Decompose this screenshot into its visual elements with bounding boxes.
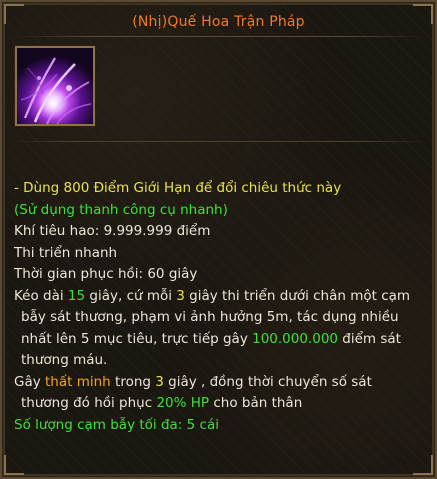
heal-value: 20% HP bbox=[156, 395, 210, 411]
interval-value: 3 bbox=[176, 287, 185, 304]
desc-line-cast-type: Thi triển nhanh bbox=[14, 244, 118, 261]
desc-line-energy-cost: Khí tiêu hao: 9.999.999 điểm bbox=[14, 223, 211, 239]
purple-magic-burst-icon bbox=[17, 48, 93, 124]
text-segment: giây thi triển dưới chân một cạm bbox=[184, 287, 411, 304]
desc-line-effect-3: nhất lên 5 mục tiêu, trực tiếp gây 100.0… bbox=[14, 329, 429, 351]
skill-title: (Nhị)Quế Hoa Trận Pháp bbox=[132, 14, 305, 30]
frame-corner-bottom-left bbox=[4, 455, 24, 475]
desc-line-effect-4: thương máu. bbox=[21, 352, 108, 368]
duration-value: 15 bbox=[67, 287, 86, 304]
text-segment: điểm sát bbox=[338, 330, 401, 347]
text-segment: nhất lên 5 mục tiêu, trực tiếp gây bbox=[21, 330, 253, 347]
status-effect-name: thất minh bbox=[45, 373, 111, 390]
text-segment: Kéo dài bbox=[14, 287, 68, 304]
damage-value: 100.000.000 bbox=[252, 330, 338, 347]
skill-icon-frame bbox=[15, 46, 95, 126]
skill-tooltip: (Nhị)Quế Hoa Trận Pháp - Dùng 800 Điểm G… bbox=[0, 0, 437, 479]
desc-line-cost: - Dùng 800 Điểm Giới Hạn để đổi chiêu th… bbox=[14, 180, 342, 196]
body-divider bbox=[10, 141, 427, 142]
desc-line-trap-limit: Số lượng cạm bẫy tối đa: 5 cái bbox=[14, 416, 219, 433]
frame-corner-bottom-right bbox=[413, 455, 433, 475]
status-duration-value: 3 bbox=[155, 373, 164, 390]
text-segment: Gây bbox=[14, 373, 46, 390]
text-segment: trong bbox=[110, 373, 156, 390]
skill-description: - Dùng 800 Điểm Giới Hạn để đổi chiêu th… bbox=[14, 178, 429, 436]
desc-line-effect-2: bẫy sát thương, phạm vi ảnh hưởng 5m, tá… bbox=[21, 309, 399, 325]
title-divider bbox=[10, 36, 427, 37]
text-segment: cho bản thân bbox=[209, 395, 303, 411]
desc-line-quickbar: (Sử dụng thanh công cụ nhanh) bbox=[14, 201, 228, 218]
text-segment: giây, cứ mỗi bbox=[85, 287, 177, 304]
desc-line-effect-5: Gây thất minh trong 3 giây , đồng thời c… bbox=[14, 372, 429, 394]
text-segment: giây , đồng thời chuyển số sát bbox=[163, 373, 372, 390]
desc-line-cooldown: Thời gian phục hồi: 60 giây bbox=[14, 266, 198, 282]
text-segment: thương đó hồi phục bbox=[21, 395, 157, 411]
desc-line-effect-6: thương đó hồi phục 20% HP cho bản thân bbox=[14, 393, 429, 415]
desc-line-effect-1: Kéo dài 15 giây, cứ mỗi 3 giây thi triển… bbox=[14, 286, 429, 308]
